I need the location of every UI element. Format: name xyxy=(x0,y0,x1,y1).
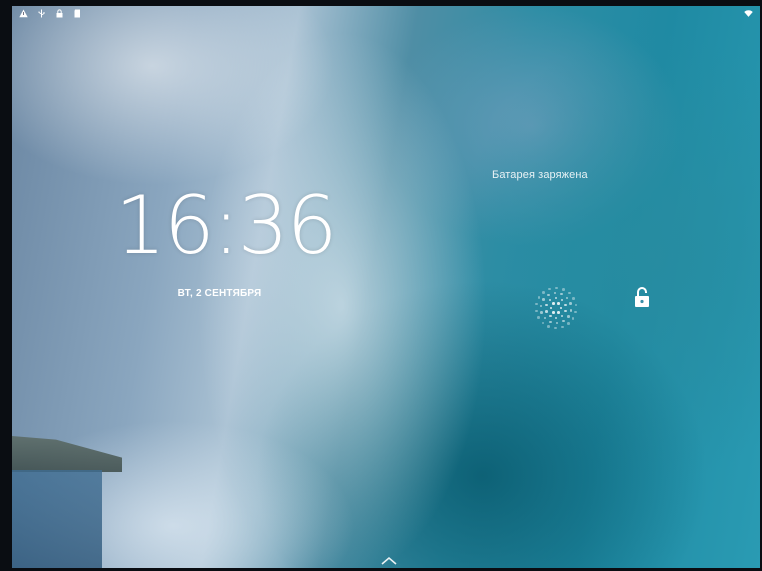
handle-dot xyxy=(560,292,563,296)
sd-card-icon xyxy=(73,9,82,18)
warning-icon xyxy=(19,9,28,18)
handle-dot xyxy=(537,296,541,299)
handle-dot xyxy=(553,291,557,295)
handle-dot xyxy=(574,303,578,307)
handle-dot xyxy=(545,303,548,307)
wifi-icon xyxy=(744,9,753,18)
handle-dot xyxy=(555,286,558,290)
handle-dot xyxy=(541,321,545,325)
chevron-up-icon[interactable] xyxy=(379,554,399,566)
handle-dot xyxy=(574,310,577,314)
handle-dot xyxy=(552,311,555,314)
lockscreen-clock: 16:36 xyxy=(115,179,338,272)
handle-dot xyxy=(552,302,555,305)
handle-dot xyxy=(535,302,538,306)
handle-dot xyxy=(542,291,545,294)
handle-dot xyxy=(554,326,557,330)
lockscreen: 16:36 ВТ, 2 СЕНТЯБРЯ Батарея заряжена xyxy=(12,6,760,568)
handle-dot xyxy=(547,293,550,297)
handle-dot xyxy=(568,291,571,295)
handle-dot xyxy=(564,303,567,307)
handle-dot xyxy=(547,325,550,328)
handle-dot xyxy=(562,319,565,323)
usb-icon xyxy=(37,9,46,18)
handle-dot xyxy=(549,320,552,324)
handle-dot xyxy=(559,306,563,310)
wallpaper-sea xyxy=(12,470,102,568)
handle-dot xyxy=(571,317,575,320)
battery-status: Батарея заряжена xyxy=(492,169,588,181)
handle-dot xyxy=(565,296,569,300)
handle-dot xyxy=(554,296,558,300)
status-left xyxy=(19,8,82,18)
handle-dot xyxy=(557,311,560,314)
handle-dot xyxy=(567,322,570,325)
handle-dot xyxy=(554,316,558,320)
wallpaper-shore xyxy=(12,436,122,472)
handle-dot xyxy=(535,309,538,313)
lock-icon xyxy=(55,8,64,18)
handle-dot xyxy=(549,306,553,310)
unlock-icon[interactable] xyxy=(632,286,652,308)
handle-dot xyxy=(569,309,573,312)
handle-dot xyxy=(572,297,575,300)
handle-dot xyxy=(543,316,547,320)
handle-dot xyxy=(567,315,570,318)
status-bar xyxy=(12,6,760,20)
handle-dot xyxy=(539,304,543,308)
handle-dot xyxy=(557,302,560,305)
handle-dot xyxy=(548,298,552,302)
handle-dot xyxy=(549,314,552,318)
handle-dot xyxy=(548,287,551,291)
handle-dot xyxy=(542,298,545,301)
handle-dot xyxy=(561,325,564,329)
handle-dot xyxy=(540,311,543,314)
handle-dot xyxy=(562,288,565,291)
handle-dot xyxy=(569,302,572,305)
unlock-handle[interactable] xyxy=(535,286,578,330)
handle-dot xyxy=(555,321,559,325)
handle-dot xyxy=(537,316,540,319)
handle-dot xyxy=(564,309,567,313)
handle-dot xyxy=(560,314,564,318)
lockscreen-date: ВТ, 2 СЕНТЯБРЯ xyxy=(177,288,262,299)
handle-dot xyxy=(560,298,564,302)
handle-dot xyxy=(545,310,548,313)
